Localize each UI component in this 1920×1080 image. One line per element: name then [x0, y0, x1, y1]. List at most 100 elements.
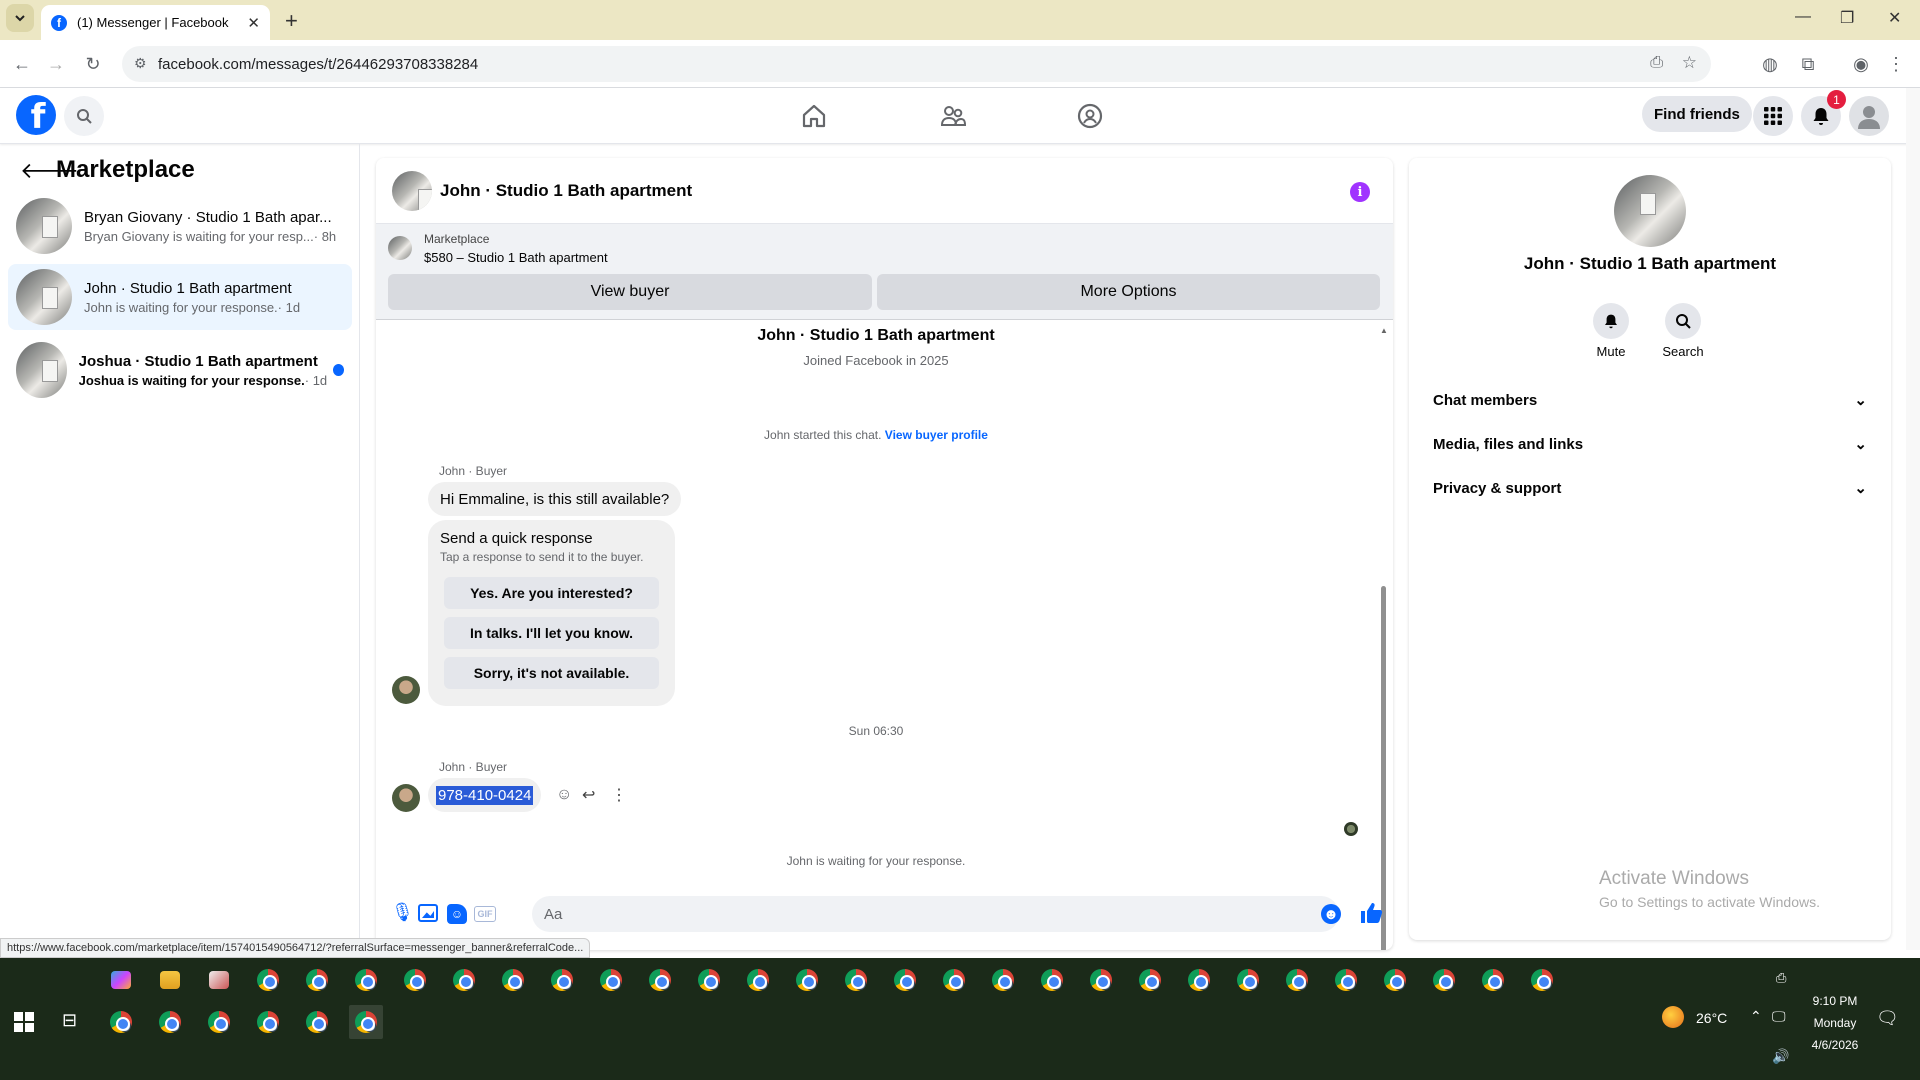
message-bubble[interactable]: Hi Emmaline, is this still available? [428, 482, 682, 516]
chrome-window-icon[interactable] [1035, 963, 1069, 997]
listing-thumbnail[interactable] [388, 236, 412, 260]
chrome-window-icon[interactable] [349, 1005, 383, 1039]
network-icon[interactable]: 🖵 [1772, 1008, 1786, 1025]
quick-reply-button[interactable]: Yes. Are you interested? [444, 577, 659, 609]
chrome-window-icon[interactable] [545, 963, 579, 997]
more-options-button[interactable]: More Options [877, 274, 1380, 310]
chrome-window-icon[interactable] [692, 963, 726, 997]
chrome-window-icon[interactable] [839, 963, 873, 997]
chrome-window-icon[interactable] [1427, 963, 1461, 997]
close-window-button[interactable]: ✕ [1888, 8, 1901, 28]
quick-reply-button[interactable]: In talks. I'll let you know. [444, 617, 659, 649]
search-conversation-button[interactable] [1665, 303, 1701, 339]
section-media[interactable]: Media, files and links ⌄ [1425, 422, 1875, 466]
extensions-icon[interactable]: ⧉ [1792, 48, 1824, 80]
page-scrollbar[interactable] [1906, 88, 1920, 950]
react-emoji-icon[interactable]: ☺ [556, 786, 572, 804]
chrome-window-icon[interactable] [349, 963, 383, 997]
clock[interactable]: 9:10 PM Monday 4/6/2026 [1800, 990, 1870, 1056]
paint-icon[interactable] [202, 963, 236, 997]
conversation-item-selected[interactable]: John · Studio 1 Bath apartment John is w… [8, 264, 352, 330]
chrome-window-icon[interactable] [496, 963, 530, 997]
notification-center-icon[interactable]: 🗨 [1876, 1008, 1899, 1029]
chrome-window-icon[interactable] [447, 963, 481, 997]
section-privacy[interactable]: Privacy & support ⌄ [1425, 466, 1875, 510]
new-tab-button[interactable]: + [285, 8, 298, 34]
chrome-window-icon[interactable] [937, 963, 971, 997]
chrome-window-icon[interactable] [251, 1005, 285, 1039]
restore-button[interactable]: ❐ [1840, 8, 1854, 28]
device-icon[interactable]: ⎙ [1776, 970, 1786, 986]
menu-grid-button[interactable] [1753, 96, 1793, 136]
minimize-button[interactable]: — [1795, 8, 1811, 26]
section-chat-members[interactable]: Chat members ⌄ [1425, 378, 1875, 422]
account-avatar[interactable] [1849, 96, 1889, 136]
groups-nav[interactable] [1076, 102, 1104, 130]
chrome-window-icon[interactable] [398, 963, 432, 997]
chrome-window-icon[interactable] [643, 963, 677, 997]
install-app-icon[interactable]: ⎙ [1650, 54, 1663, 72]
chrome-window-icon[interactable] [888, 963, 922, 997]
quick-reply-button[interactable]: Sorry, it's not available. [444, 657, 659, 689]
like-button[interactable] [1359, 901, 1383, 925]
mute-button[interactable] [1593, 303, 1629, 339]
message-bubble[interactable]: 978-410-0424 [428, 778, 542, 812]
friends-nav[interactable] [939, 102, 967, 130]
emoji-icon[interactable]: ☻ [1321, 904, 1341, 924]
reload-button[interactable]: ↻ [77, 48, 109, 80]
view-buyer-button[interactable]: View buyer [388, 274, 872, 310]
chrome-window-icon[interactable] [300, 1005, 334, 1039]
sticker-icon[interactable]: ☺ [447, 904, 467, 924]
gif-icon[interactable]: GIF [474, 906, 496, 922]
chrome-window-icon[interactable] [1280, 963, 1314, 997]
search-button[interactable] [64, 96, 104, 136]
details-avatar[interactable] [1614, 175, 1686, 247]
start-button[interactable] [14, 1012, 34, 1032]
tray-chevron-icon[interactable]: ⌃ [1750, 1008, 1762, 1025]
profile-icon[interactable]: ◉ [1845, 48, 1877, 80]
reply-arrow-icon[interactable]: ↩ [582, 785, 595, 805]
chrome-window-icon[interactable] [986, 963, 1020, 997]
site-info-icon[interactable]: ⚙ [134, 55, 147, 72]
chat-title[interactable]: John · Studio 1 Bath apartment [440, 181, 692, 201]
tab-search-button[interactable] [6, 4, 34, 32]
browser-tab[interactable]: f (1) Messenger | Facebook ✕ [41, 5, 270, 40]
chrome-window-icon[interactable] [202, 1005, 236, 1039]
volume-icon[interactable]: 🔊 [1772, 1048, 1789, 1065]
buyer-avatar[interactable] [392, 676, 420, 704]
chrome-window-icon[interactable] [1476, 963, 1510, 997]
home-nav[interactable] [800, 102, 828, 130]
listing-title[interactable]: $580 – Studio 1 Bath apartment [424, 250, 608, 265]
chrome-window-icon[interactable] [1084, 963, 1118, 997]
conversation-item-unread[interactable]: Joshua · Studio 1 Bath apartment Joshua … [8, 338, 352, 402]
chat-avatar[interactable] [392, 170, 432, 211]
chrome-window-icon[interactable] [1525, 963, 1559, 997]
notifications-button[interactable]: 1 [1801, 90, 1846, 136]
bookmark-star-icon[interactable]: ☆ [1682, 53, 1697, 73]
chrome-window-icon[interactable] [1231, 963, 1265, 997]
url-bar[interactable]: ⚙ facebook.com/messages/t/26446293708338… [122, 46, 1711, 82]
facebook-logo[interactable]: f [16, 95, 56, 135]
photo-icon[interactable] [418, 904, 438, 922]
chrome-window-icon[interactable] [104, 1005, 138, 1039]
chrome-window-icon[interactable] [741, 963, 775, 997]
find-friends-button[interactable]: Find friends [1642, 96, 1752, 132]
chrome-window-icon[interactable] [1182, 963, 1216, 997]
phone-number-text[interactable]: 978-410-0424 [436, 785, 534, 805]
chrome-window-icon[interactable] [594, 963, 628, 997]
chrome-window-icon[interactable] [1329, 963, 1363, 997]
back-button[interactable]: ← [6, 48, 38, 80]
translate-icon[interactable]: ◍ [1754, 48, 1786, 80]
view-buyer-profile-link[interactable]: View buyer profile [885, 428, 988, 442]
chrome-window-icon[interactable] [1378, 963, 1412, 997]
message-input[interactable]: Aa [532, 896, 1339, 932]
close-tab-icon[interactable]: ✕ [247, 14, 260, 32]
buyer-avatar[interactable] [392, 784, 420, 812]
more-actions-icon[interactable]: ⋮ [611, 785, 627, 805]
conversation-item[interactable]: Bryan Giovany · Studio 1 Bath apar... Br… [8, 194, 352, 258]
menu-icon[interactable]: ⋮ [1880, 48, 1912, 80]
info-icon[interactable]: i [1350, 182, 1370, 202]
chrome-window-icon[interactable] [790, 963, 824, 997]
chrome-window-icon[interactable] [251, 963, 285, 997]
scrollbar[interactable]: ▲ [1378, 326, 1388, 950]
